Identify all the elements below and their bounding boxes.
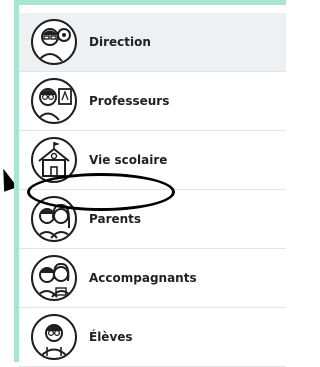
student-avatar-icon [31,314,77,360]
school-building-icon [31,137,77,183]
role-label-parents: Parents [89,212,142,226]
role-item-parents[interactable]: Parents [19,190,286,249]
role-label-eleves: Élèves [89,330,133,344]
role-label-direction: Direction [89,35,151,49]
role-item-vie-scolaire[interactable]: Vie scolaire [19,131,286,190]
parents-avatar-icon [31,196,77,242]
role-label-vie-scolaire: Vie scolaire [89,153,168,167]
role-selection-panel: Direction Professeurs Vie scolaire Paren… [14,0,286,367]
role-label-professeurs: Professeurs [89,94,170,108]
role-list: Direction Professeurs Vie scolaire Paren… [19,13,286,367]
teacher-avatar-icon [31,78,77,124]
role-label-accompagnants: Accompagnants [89,271,197,285]
role-item-eleves[interactable]: Élèves [19,308,286,367]
role-item-direction[interactable]: Direction [19,13,286,72]
role-item-accompagnants[interactable]: Accompagnants [19,249,286,308]
companions-avatar-icon [31,255,77,301]
director-avatar-icon [31,19,77,65]
role-item-professeurs[interactable]: Professeurs [19,72,286,131]
